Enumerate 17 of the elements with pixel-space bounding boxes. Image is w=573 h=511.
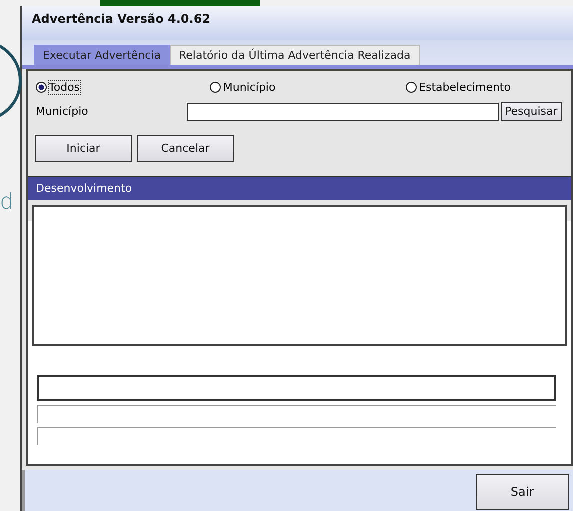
window-title: Advertência Versão 4.0.62 <box>32 12 211 26</box>
radio-button[interactable] <box>406 82 418 93</box>
action-button[interactable]: Cancelar <box>137 135 234 162</box>
exit-button[interactable]: Sair <box>476 474 569 510</box>
radio-button[interactable] <box>210 82 222 93</box>
radio-button[interactable] <box>36 82 47 93</box>
input-field[interactable] <box>187 102 499 120</box>
field-label: Município <box>36 105 90 118</box>
background-letter: d <box>0 190 14 215</box>
radio-label: Município <box>223 81 276 94</box>
search-button[interactable]: Pesquisar <box>501 102 562 121</box>
radio-label: Todos <box>49 81 80 94</box>
radio-label: Estabelecimento <box>419 81 511 94</box>
section-header: Desenvolvimento <box>28 176 571 200</box>
tab[interactable]: Executar Advertência <box>34 45 170 65</box>
action-button[interactable]: Iniciar <box>35 135 132 162</box>
tab[interactable]: Relatório da Última Advertência Realizada <box>170 45 420 65</box>
